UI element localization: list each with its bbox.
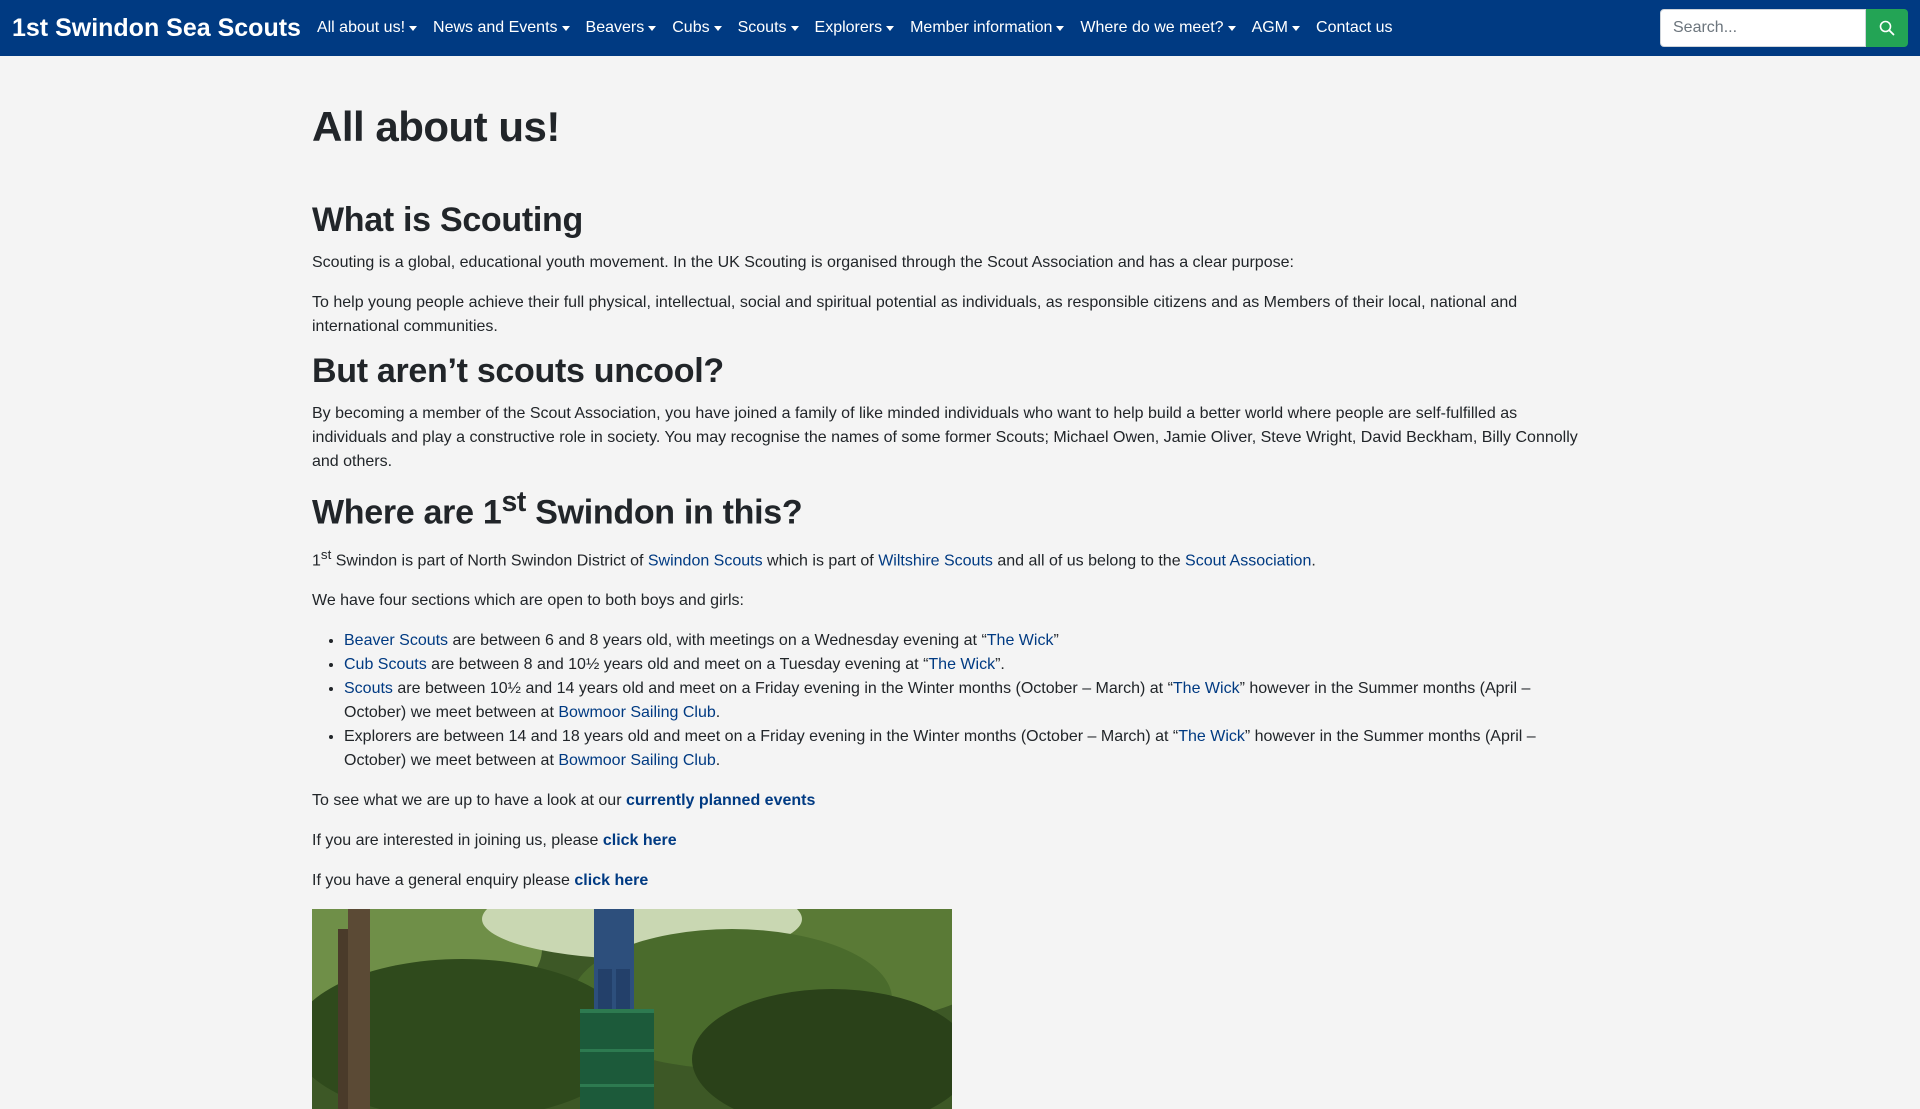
paragraph-former-scouts: By becoming a member of the Scout Associ… — [312, 404, 1578, 470]
link-wiltshire-scouts[interactable]: Wiltshire Scouts — [878, 552, 993, 569]
nav-item-label: Where do we meet? — [1080, 19, 1224, 36]
nav-item-label: Explorers — [814, 19, 883, 36]
text: ”. — [995, 656, 1005, 674]
nav-item-label: AGM — [1251, 19, 1289, 36]
text: Explorers are between 14 and 18 years ol… — [344, 728, 1179, 746]
text: ” — [1053, 632, 1059, 650]
link-scouts[interactable]: Scouts — [344, 680, 393, 697]
nav-item-all-about-us[interactable]: All about us! — [309, 19, 425, 37]
list-item-scouts: Scouts are between 10½ and 14 years old … — [344, 677, 1582, 725]
nav-item-beavers[interactable]: Beavers — [578, 19, 665, 37]
nav-item-label: All about us! — [316, 19, 406, 36]
text: To see what we are up to have a look at … — [312, 792, 626, 810]
link-the-wick[interactable]: The Wick — [928, 656, 995, 673]
nav-menu: All about us! News and Events Beavers Cu… — [309, 19, 1401, 37]
text: If you have a general enquiry please — [312, 872, 575, 890]
scouts-photo — [312, 909, 952, 1109]
chevron-down-icon — [713, 25, 722, 31]
nav-item-member-information[interactable]: Member information — [902, 19, 1072, 37]
heading-where-are-we: Where are 1st Swindon in this? — [312, 486, 1582, 533]
chevron-down-icon — [1292, 25, 1301, 31]
nav-item-label: Contact us — [1316, 19, 1393, 36]
nav-item-agm[interactable]: AGM — [1244, 19, 1308, 37]
paragraph-scouting-purpose: To help young people achieve their full … — [312, 294, 1518, 336]
link-cub-scouts[interactable]: Cub Scouts — [344, 656, 427, 673]
nav-item-scouts[interactable]: Scouts — [730, 19, 807, 37]
chevron-down-icon — [1056, 25, 1065, 31]
heading-text: Swindon in this? — [526, 493, 803, 532]
search-input[interactable] — [1660, 9, 1866, 47]
link-currently-planned-events[interactable]: currently planned events — [626, 792, 815, 809]
nav-item-where-do-we-meet[interactable]: Where do we meet? — [1072, 19, 1243, 37]
chevron-down-icon — [790, 25, 799, 31]
search-form — [1660, 9, 1908, 47]
link-the-wick[interactable]: The Wick — [1173, 680, 1240, 697]
site-brand[interactable]: 1st Swindon Sea Scouts — [12, 14, 301, 43]
page-title: All about us! — [312, 103, 560, 150]
search-icon — [1879, 20, 1895, 36]
text: . — [715, 704, 721, 722]
list-item-cubs: Cub Scouts are between 8 and 10½ years o… — [344, 653, 1582, 677]
photo-image — [312, 909, 952, 1109]
paragraph-events: To see what we are up to have a look at … — [312, 789, 1582, 813]
nav-item-explorers[interactable]: Explorers — [807, 19, 903, 37]
chevron-down-icon — [409, 25, 418, 31]
link-the-wick[interactable]: The Wick — [1178, 728, 1245, 745]
chevron-down-icon — [648, 25, 657, 31]
text: and all of us belong to the — [992, 552, 1186, 570]
nav-item-cubs[interactable]: Cubs — [664, 19, 729, 37]
nav-item-label: News and Events — [433, 19, 558, 36]
sections-list: Beaver Scouts are between 6 and 8 years … — [312, 629, 1582, 773]
nav-item-label: Beavers — [585, 19, 645, 36]
paragraph-join: If you are interested in joining us, ple… — [312, 829, 1582, 853]
nav-item-contact-us[interactable]: Contact us — [1308, 19, 1400, 37]
link-join-click-here[interactable]: click here — [603, 832, 677, 849]
paragraph-scouting-intro: Scouting is a global, educational youth … — [312, 254, 1294, 272]
chevron-down-icon — [886, 25, 895, 31]
search-button[interactable] — [1866, 9, 1908, 47]
link-enquiry-click-here[interactable]: click here — [574, 872, 648, 889]
nav-item-news-and-events[interactable]: News and Events — [425, 19, 578, 37]
chevron-down-icon — [1227, 25, 1236, 31]
heading-scouts-uncool: But aren’t scouts uncool? — [312, 352, 724, 391]
text-sup: st — [320, 547, 332, 563]
heading-what-is-scouting: What is Scouting — [312, 201, 583, 240]
nav-item-label: Cubs — [672, 19, 710, 36]
text: . — [715, 752, 721, 770]
heading-text: Where are 1 — [312, 493, 502, 532]
paragraph-sections-intro: We have four sections which are open to … — [312, 592, 744, 610]
paragraph-enquiry: If you have a general enquiry please cli… — [312, 869, 1582, 893]
heading-sup: st — [501, 485, 527, 518]
link-bowmoor-sailing-club[interactable]: Bowmoor Sailing Club — [558, 752, 715, 769]
link-scout-association[interactable]: Scout Association — [1185, 552, 1311, 569]
paragraph-district-info: 1st Swindon is part of North Swindon Dis… — [312, 543, 1582, 573]
nav-item-label: Scouts — [737, 19, 787, 36]
text: are between 6 and 8 years old, with meet… — [448, 632, 987, 650]
list-item-explorers: Explorers are between 14 and 18 years ol… — [344, 725, 1582, 773]
text: Swindon is part of North Swindon Distric… — [331, 552, 648, 570]
link-bowmoor-sailing-club[interactable]: Bowmoor Sailing Club — [558, 704, 715, 721]
link-the-wick[interactable]: The Wick — [987, 632, 1054, 649]
text: 1 — [312, 552, 321, 570]
list-item-beavers: Beaver Scouts are between 6 and 8 years … — [344, 629, 1582, 653]
chevron-down-icon — [561, 25, 570, 31]
link-swindon-scouts[interactable]: Swindon Scouts — [648, 552, 763, 569]
text: are between 10½ and 14 years old and mee… — [392, 680, 1173, 698]
main-content: All about us! What is Scouting Scouting … — [312, 56, 1582, 1109]
text: which is part of — [762, 552, 879, 570]
top-navbar: 1st Swindon Sea Scouts All about us! New… — [0, 0, 1920, 56]
link-beaver-scouts[interactable]: Beaver Scouts — [344, 632, 448, 649]
text: If you are interested in joining us, ple… — [312, 832, 603, 850]
nav-item-label: Member information — [910, 19, 1053, 36]
text: . — [1311, 552, 1316, 570]
text: are between 8 and 10½ years old and meet… — [426, 656, 929, 674]
